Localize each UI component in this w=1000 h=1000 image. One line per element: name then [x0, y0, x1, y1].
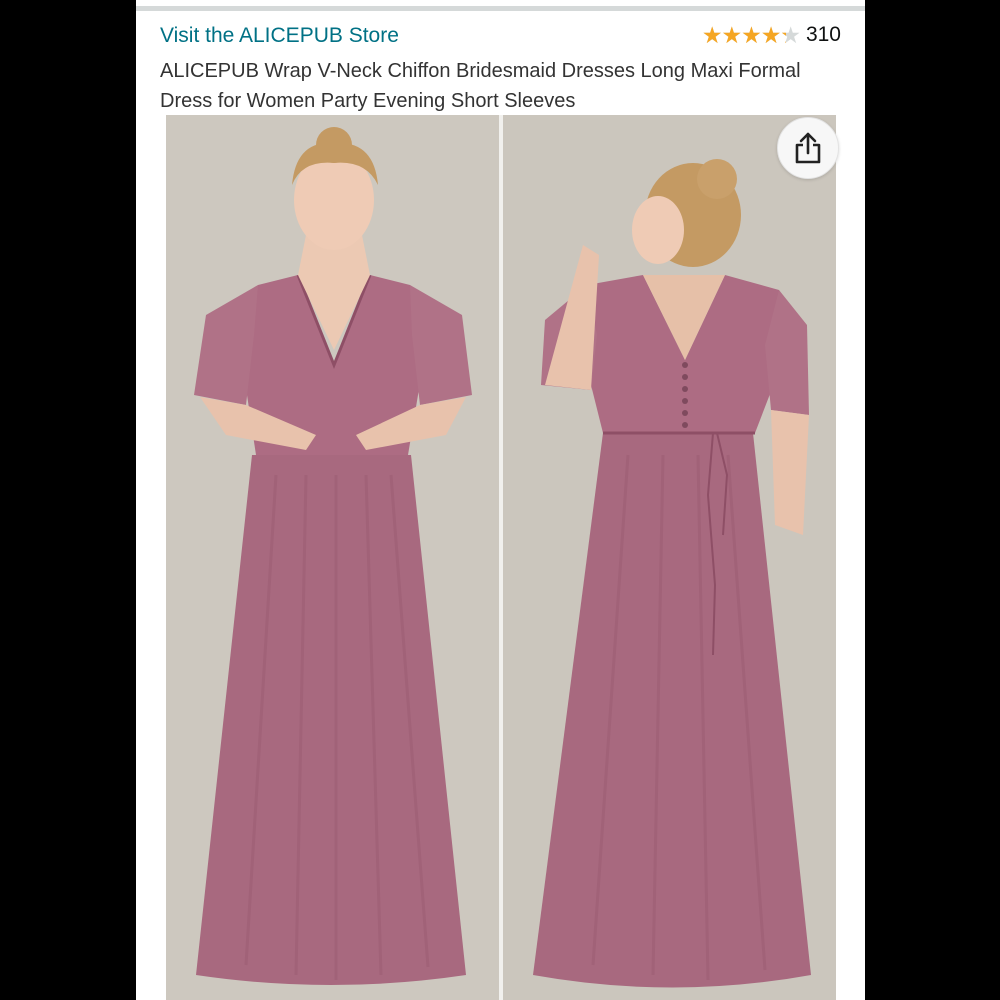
- top-divider: [136, 6, 865, 11]
- store-link[interactable]: Visit the ALICEPUB Store: [160, 24, 399, 48]
- rating-count: 310: [805, 23, 841, 46]
- star-rating: ★★★★★ ★★★★★: [701, 22, 801, 48]
- share-icon: [795, 132, 821, 164]
- dress-back-illustration: [503, 115, 836, 1000]
- rating-summary[interactable]: ★★★★★ ★★★★★ 310: [702, 22, 841, 48]
- share-button[interactable]: [777, 117, 839, 179]
- product-page: Visit the ALICEPUB Store ★★★★★ ★★★★★ 310…: [136, 0, 865, 1000]
- product-title: ALICEPUB Wrap V-Neck Chiffon Bridesmaid …: [160, 60, 801, 112]
- product-image-gallery[interactable]: [166, 115, 836, 1000]
- star-rating-filled: ★★★★★: [701, 22, 786, 48]
- product-image-front[interactable]: [166, 115, 499, 1000]
- dress-front-illustration: [166, 115, 499, 1000]
- product-image-back[interactable]: [503, 115, 836, 1000]
